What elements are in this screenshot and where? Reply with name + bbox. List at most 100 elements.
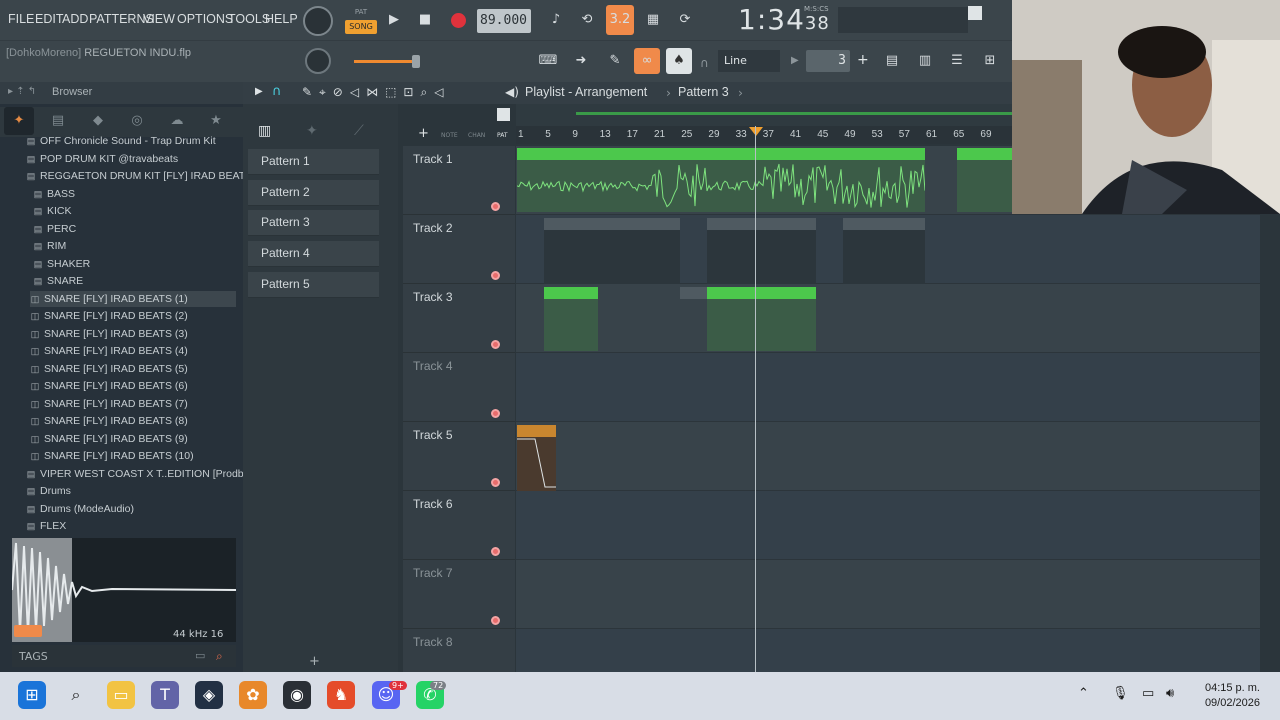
window-icon[interactable] [968, 6, 982, 20]
browser-tab-plugins-icon[interactable]: ◆ [83, 107, 113, 135]
playlist-tools-icons[interactable]: ✎⌖⊘◁⋈⬚⊡⌕◁ [302, 85, 450, 100]
track-mute-button[interactable] [491, 340, 500, 349]
browser-item[interactable]: ▤ OFF Chronicle Sound - Trap Drum Kit [26, 133, 236, 149]
menu-add[interactable]: ADD [62, 12, 88, 26]
audio-clip-icon[interactable]: ⟋ [354, 123, 364, 139]
track1-clip-bar[interactable] [517, 148, 925, 160]
network-icon[interactable]: ▭ [1142, 686, 1154, 701]
track2-pattern-clip-1[interactable] [544, 218, 680, 230]
browser-item[interactable]: ▤ SNARE [33, 273, 236, 289]
track1-audio-clip[interactable] [516, 160, 926, 212]
playhead-marker[interactable] [749, 127, 763, 136]
browser-item[interactable]: ▤ POP DRUM KIT @travabeats [26, 151, 236, 167]
menu-tools[interactable]: TOOLS [228, 12, 270, 26]
step-edit-icon[interactable]: ▦ [640, 7, 666, 33]
track-lane[interactable] [516, 560, 1260, 629]
browser-item[interactable]: ▤ Drums (ModeAudio) [26, 501, 236, 517]
master-pitch-knob[interactable] [305, 48, 331, 74]
track-mute-button[interactable] [491, 271, 500, 280]
playlist-current-pattern[interactable]: Pattern 3 [678, 85, 729, 99]
track-header[interactable]: Track 3 [403, 284, 515, 353]
browser-tab-project-icon[interactable]: ▤ [43, 107, 73, 135]
track3-clip-bar-1[interactable] [544, 287, 598, 299]
browser-item[interactable]: ◫ SNARE [FLY] IRAD BEATS (2) [30, 308, 236, 324]
pattern-item[interactable]: Pattern 3 [248, 210, 379, 237]
track-header[interactable]: Track 6 [403, 491, 515, 560]
playlist-window-icon[interactable]: ▤ [879, 48, 905, 74]
picker-pat-label[interactable]: PAT [497, 132, 508, 139]
pattern-item[interactable]: Pattern 4 [248, 241, 379, 268]
menu-file[interactable]: FILE [8, 12, 34, 26]
stamp-icon[interactable]: ♠ [666, 48, 692, 74]
track-header[interactable]: Track 2 [403, 215, 515, 284]
browser-item[interactable]: ▤ BASS [33, 186, 236, 202]
browser-item[interactable]: ◫ SNARE [FLY] IRAD BEATS (6) [30, 378, 236, 394]
browser-item[interactable]: ▤ FLEX [26, 518, 236, 534]
track-mute-button[interactable] [491, 547, 500, 556]
track-header[interactable]: Track 7 [403, 560, 515, 629]
browser-tab-all-icon[interactable]: ✦ [4, 107, 34, 135]
pat-mode-label[interactable]: PAT [345, 8, 377, 19]
browser-item[interactable]: ▤ PERC [33, 221, 236, 237]
file-explorer-icon[interactable]: ▭ [107, 681, 135, 709]
browser-item[interactable]: ◫ SNARE [FLY] IRAD BEATS (4) [30, 343, 236, 359]
windows-start-icon[interactable]: ⊞ [18, 681, 46, 709]
step-display[interactable]: 3 [806, 50, 850, 72]
volume-icon[interactable]: 🔊︎ [1166, 686, 1174, 701]
arrow-icon[interactable]: ➜ [568, 48, 594, 74]
play-button[interactable]: ▶ [381, 7, 407, 33]
browser-item[interactable]: ▤ Drums [26, 483, 236, 499]
brave-icon[interactable]: ♞ [327, 681, 355, 709]
plus-icon[interactable]: + [857, 52, 869, 68]
track-header[interactable]: Track 4 [403, 353, 515, 422]
tempo-display[interactable]: 89.000 [477, 9, 531, 33]
piano-keys-icon[interactable]: ▥ [258, 123, 271, 139]
track1-audio-clip-2[interactable] [957, 160, 1012, 212]
browser-item[interactable]: ▤ REGGAETON DRUM KIT [FLY] IRAD BEATS [26, 168, 252, 184]
browser-item[interactable]: ◫ SNARE [FLY] IRAD BEATS (10) [30, 448, 236, 464]
master-volume-knob[interactable] [303, 6, 333, 36]
browser-item[interactable]: ◫ SNARE [FLY] IRAD BEATS (8) [30, 413, 236, 429]
track5-automation-header[interactable] [517, 425, 556, 437]
folder-icon[interactable]: ▭ [195, 649, 205, 662]
track-mute-button[interactable] [491, 202, 500, 211]
browser-item[interactable]: ▤ SHAKER [33, 256, 236, 272]
taskbar-search-icon[interactable]: ⌕ [62, 681, 90, 709]
browser-tab-online-icon[interactable]: ◎ [122, 107, 152, 135]
add-track-icon[interactable]: + [418, 126, 429, 141]
pattern-item[interactable]: Pattern 5 [248, 271, 379, 298]
browser-item[interactable]: ◫ SNARE [FLY] IRAD BEATS (1) [30, 290, 236, 307]
fl-studio-icon[interactable]: ✿ [239, 681, 267, 709]
browser-item[interactable]: ◫ SNARE [FLY] IRAD BEATS (9) [30, 431, 236, 447]
arrow-left-icon[interactable]: ▶ [791, 55, 799, 66]
sample-play-icon[interactable] [14, 625, 42, 637]
pattern-grid-icon[interactable] [497, 108, 510, 121]
browser-nav-icons[interactable]: ▸ ⇡ ↰ [8, 86, 36, 97]
track-lane[interactable] [516, 491, 1260, 560]
track-mute-button[interactable] [491, 409, 500, 418]
overview-bar[interactable] [516, 104, 1012, 126]
track1-clip-bar-2[interactable] [957, 148, 1012, 160]
microphone-icon[interactable]: 🎙︎ [1112, 686, 1129, 701]
magnet-icon[interactable]: ∩ [700, 56, 709, 70]
browser-item[interactable]: ▤ KICK [33, 203, 236, 219]
browser-item[interactable]: ◫ SNARE [FLY] IRAD BEATS (5) [30, 361, 236, 377]
browser-tab-cloud-icon[interactable]: ☁ [162, 107, 192, 135]
track2-pattern-clip-3[interactable] [843, 218, 925, 230]
tray-chevron-icon[interactable]: ⌃ [1078, 686, 1089, 701]
piano-roll-icon[interactable]: ⌨ [535, 48, 561, 74]
track-mute-button[interactable] [491, 478, 500, 487]
pattern-item[interactable]: Pattern 1 [248, 149, 379, 175]
track3-clip-bar-2[interactable] [707, 287, 816, 299]
track2-pattern-clip-2[interactable] [707, 218, 816, 230]
playlist-magnet-icon[interactable]: ∩ [272, 84, 282, 99]
track3-audio-clip-1[interactable] [544, 299, 598, 351]
wait-input-icon[interactable]: ⟲ [574, 7, 600, 33]
add-pattern-icon[interactable]: + [309, 654, 320, 669]
menu-options[interactable]: OPTIONS [177, 12, 233, 26]
track-lane[interactable] [516, 422, 1260, 491]
browser-tab-favorites-icon[interactable]: ★ [201, 107, 231, 135]
track3-audio-clip-2[interactable] [707, 299, 816, 351]
channel-rack-icon[interactable]: ▥ [912, 48, 938, 74]
pencil-icon[interactable]: ✎ [602, 48, 628, 74]
